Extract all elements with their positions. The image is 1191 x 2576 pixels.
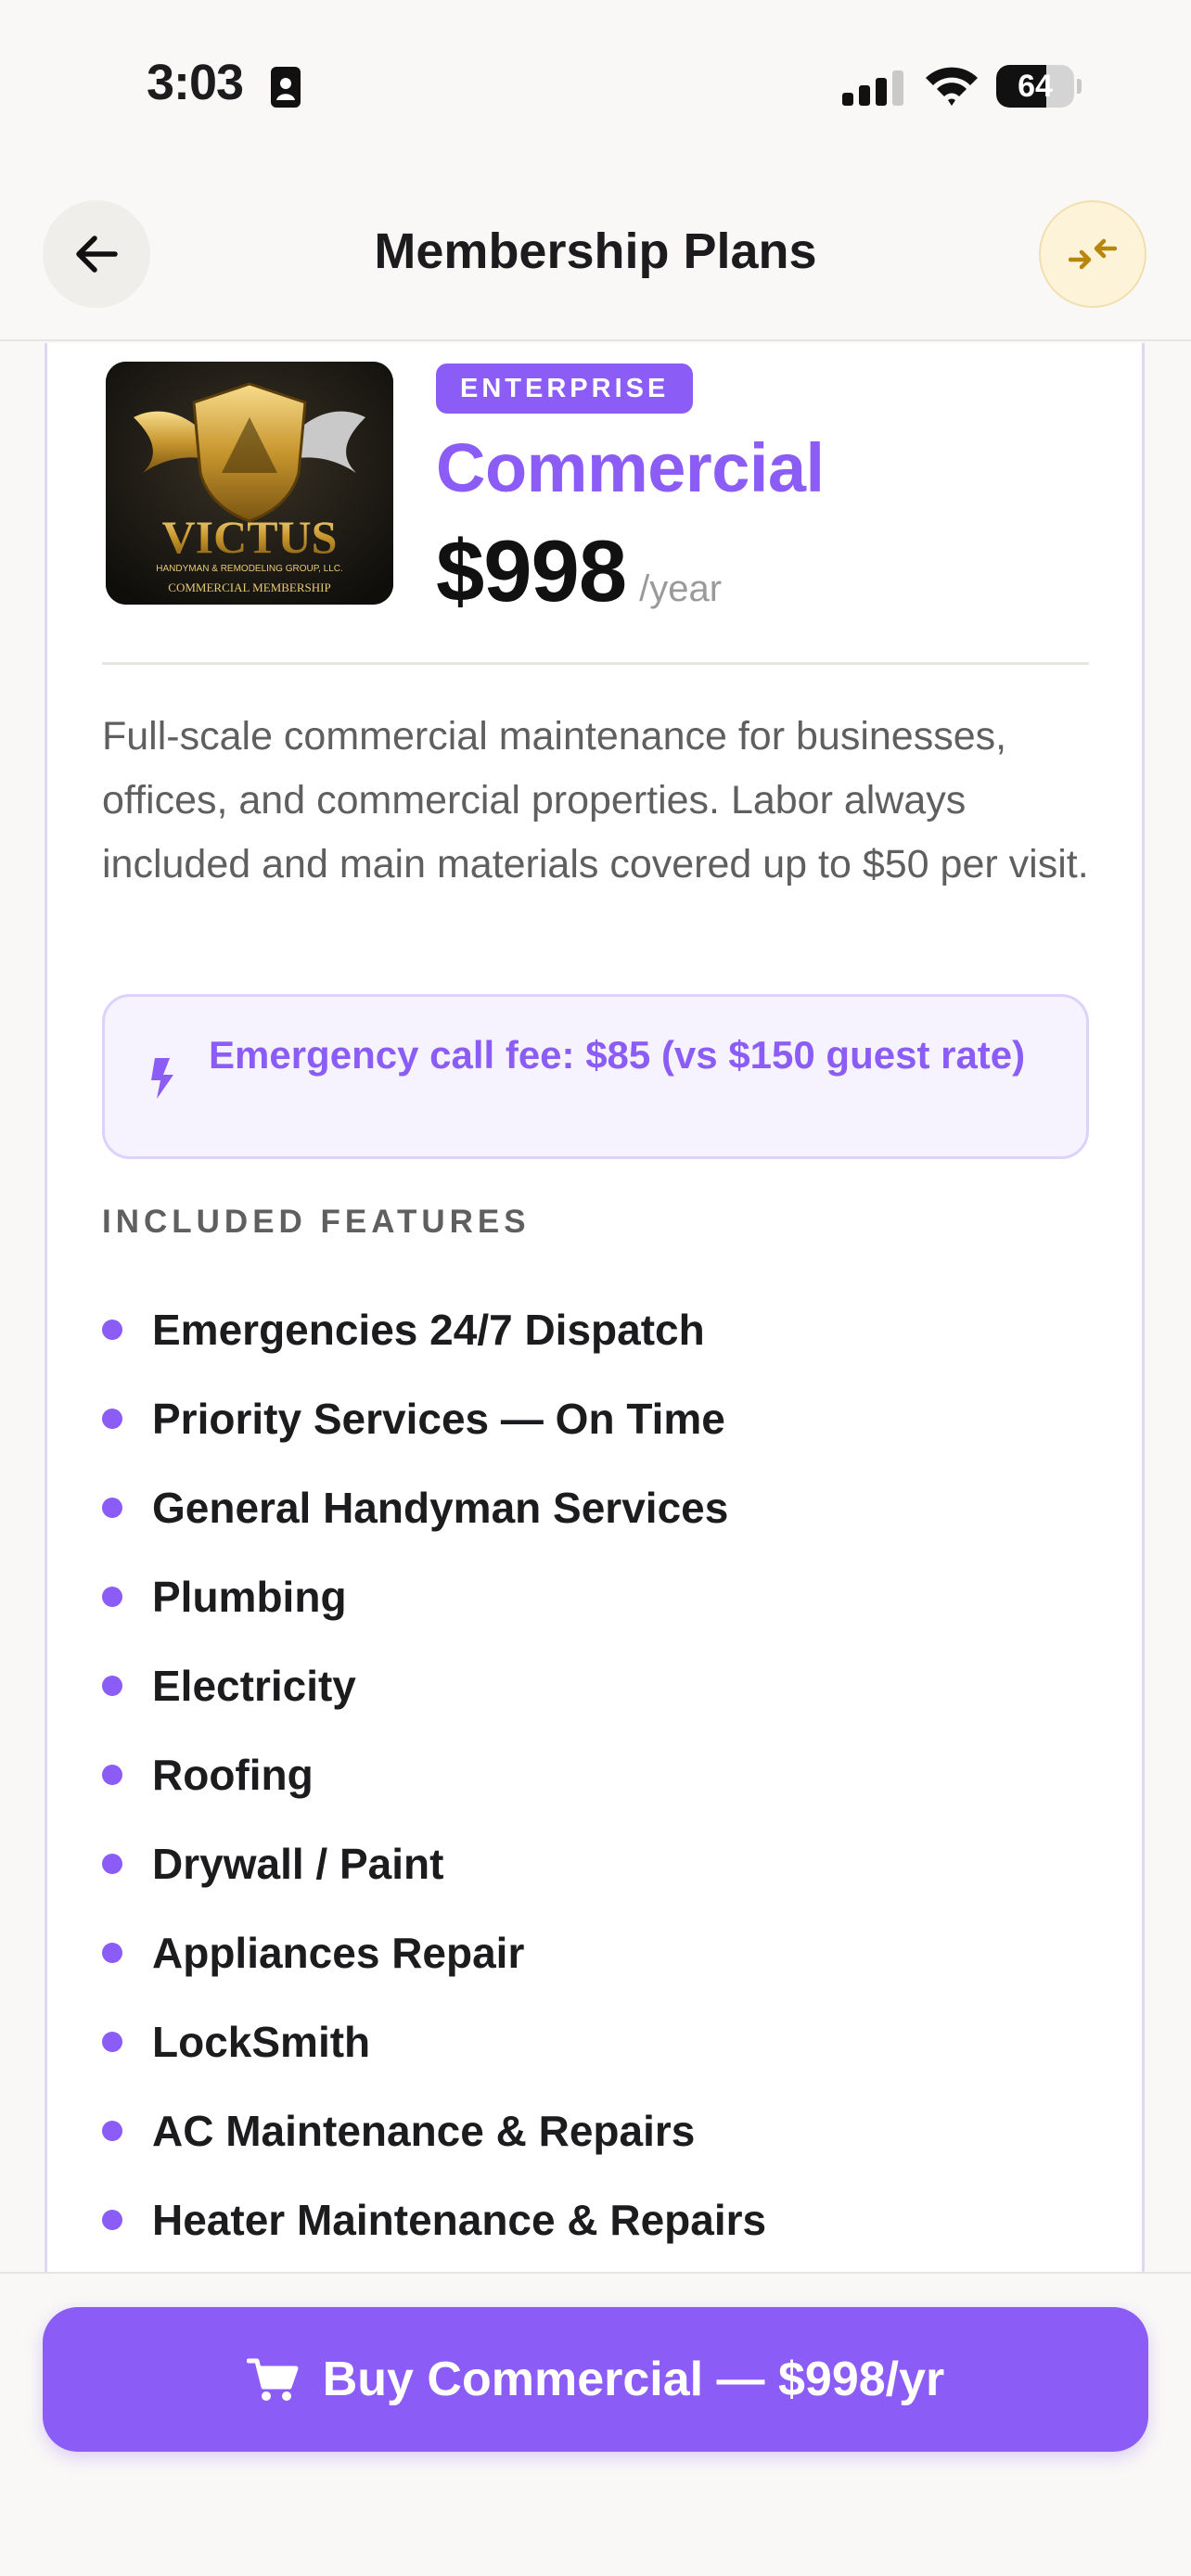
feature-item: Electricity bbox=[102, 1641, 1089, 1730]
bullet-dot-icon bbox=[102, 2121, 122, 2141]
logo-brand: VICTUS bbox=[162, 511, 338, 563]
features-list: Emergencies 24/7 Dispatch Priority Servic… bbox=[102, 1285, 1089, 2264]
compare-button[interactable] bbox=[1039, 200, 1146, 308]
feature-item: General Handyman Services bbox=[102, 1463, 1089, 1552]
feature-item: Emergencies 24/7 Dispatch bbox=[102, 1285, 1089, 1374]
price-row: $998 /year bbox=[436, 521, 723, 619]
plan-name: Commercial bbox=[436, 429, 825, 506]
victus-logo-image: VICTUS HANDYMAN & REMODELING GROUP, LLC.… bbox=[106, 362, 393, 605]
buy-button-label: Buy Commercial — $998/yr bbox=[322, 2353, 945, 2406]
bullet-dot-icon bbox=[102, 1409, 122, 1429]
compress-arrows-icon bbox=[1069, 238, 1117, 270]
battery-percent: 64 bbox=[1018, 69, 1053, 104]
divider bbox=[102, 662, 1089, 665]
plan-description: Full-scale commercial maintenance for bu… bbox=[102, 714, 1089, 886]
feature-item: LockSmith bbox=[102, 1997, 1089, 2086]
feature-label: AC Maintenance & Repairs bbox=[152, 2107, 696, 2155]
lightning-bolt-icon bbox=[151, 1058, 173, 1099]
feature-label: Drywall / Paint bbox=[152, 1840, 444, 1888]
bullet-dot-icon bbox=[102, 1943, 122, 1963]
features-heading: INCLUDED FEATURES bbox=[102, 1204, 531, 1240]
logo-caption: COMMERCIAL MEMBERSHIP bbox=[168, 580, 330, 594]
emergency-fee-banner: Emergency call fee: $85 (vs $150 guest r… bbox=[102, 994, 1089, 1159]
feature-item: Drywall / Paint bbox=[102, 1819, 1089, 1908]
plan-logo: VICTUS HANDYMAN & REMODELING GROUP, LLC.… bbox=[106, 362, 393, 605]
bullet-dot-icon bbox=[102, 2210, 122, 2230]
feature-label: Plumbing bbox=[152, 1573, 347, 1621]
feature-item: Roofing bbox=[102, 1730, 1089, 1819]
contact-card-icon bbox=[271, 67, 301, 108]
feature-label: LockSmith bbox=[152, 2018, 371, 2066]
shopping-cart-icon bbox=[246, 2358, 299, 2401]
cellular-signal-icon bbox=[842, 70, 903, 106]
feature-item: Priority Services — On Time bbox=[102, 1374, 1089, 1463]
bullet-dot-icon bbox=[102, 1587, 122, 1607]
page-title: Membership Plans bbox=[374, 223, 817, 279]
feature-label: Electricity bbox=[152, 1662, 356, 1710]
feature-label: Appliances Repair bbox=[152, 1929, 525, 1977]
wifi-icon bbox=[926, 67, 978, 106]
plan-price: $998 bbox=[436, 522, 627, 619]
plan-period: /year bbox=[639, 568, 723, 609]
status-time: 3:03 bbox=[147, 55, 244, 110]
bottom-action-bar: Buy Commercial — $998/yr bbox=[0, 2272, 1191, 2576]
bullet-dot-icon bbox=[102, 1765, 122, 1785]
tier-badge: ENTERPRISE bbox=[436, 363, 694, 414]
feature-label: General Handyman Services bbox=[152, 1484, 729, 1532]
header: Membership Plans bbox=[0, 176, 1191, 341]
feature-label: Heater Maintenance & Repairs bbox=[152, 2196, 767, 2244]
bullet-dot-icon bbox=[102, 1676, 122, 1696]
bullet-dot-icon bbox=[102, 1498, 122, 1518]
bullet-dot-icon bbox=[102, 1854, 122, 1874]
feature-item: Appliances Repair bbox=[102, 1908, 1089, 1997]
status-bar: 3:03 64 bbox=[0, 0, 1191, 176]
feature-label: Roofing bbox=[152, 1751, 314, 1799]
feature-item: Heater Maintenance & Repairs bbox=[102, 2175, 1089, 2264]
feature-label: Priority Services — On Time bbox=[152, 1395, 725, 1443]
feature-item: AC Maintenance & Repairs bbox=[102, 2086, 1089, 2175]
feature-label: Emergencies 24/7 Dispatch bbox=[152, 1306, 705, 1354]
bullet-dot-icon bbox=[102, 1320, 122, 1340]
battery-indicator: 64 bbox=[996, 65, 1082, 108]
emergency-fee-text: Emergency call fee: $85 (vs $150 guest r… bbox=[209, 1033, 1026, 1077]
buy-plan-button[interactable]: Buy Commercial — $998/yr bbox=[43, 2307, 1148, 2452]
bullet-dot-icon bbox=[102, 2032, 122, 2052]
logo-subtitle: HANDYMAN & REMODELING GROUP, LLC. bbox=[156, 564, 343, 574]
feature-item: Plumbing bbox=[102, 1552, 1089, 1641]
